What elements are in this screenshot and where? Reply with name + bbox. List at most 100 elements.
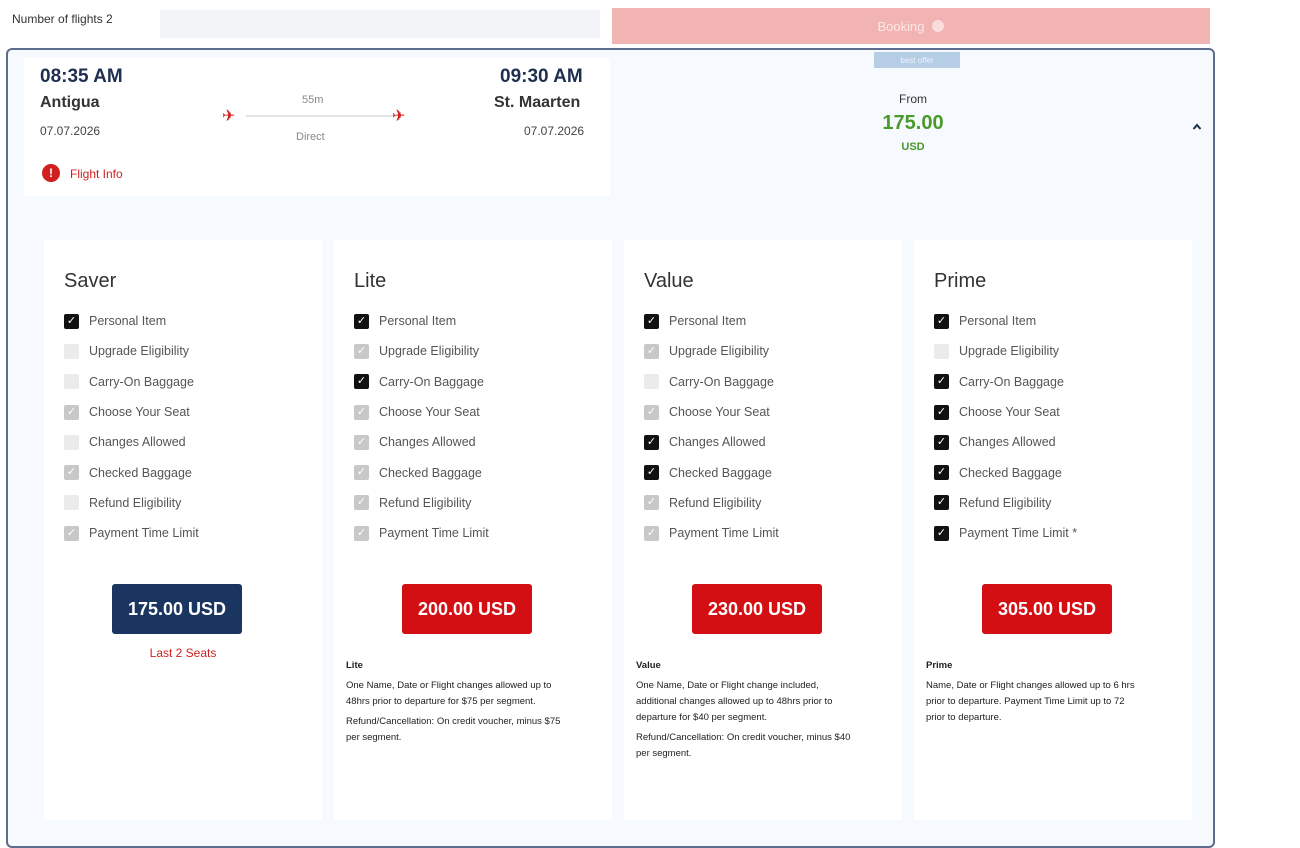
arrival-date: 07.07.2026 <box>524 124 585 138</box>
fare-price-button[interactable]: 230.00 USD <box>692 584 822 634</box>
checkbox-icon: ✓ <box>934 434 949 450</box>
fare-price-button[interactable]: 175.00 USD <box>112 584 242 634</box>
fare-column-lite: Lite ✓ Personal Item ✓ Upgrade Eligibility ✓… <box>334 240 612 820</box>
checkbox-icon: ✓ <box>64 465 79 481</box>
feature-item: ✓ Payment Time Limit <box>644 518 779 548</box>
feature-label: Checked Baggage <box>669 465 772 480</box>
checkbox-icon: ✓ <box>354 313 369 329</box>
feature-label: Carry-On Baggage <box>379 374 484 389</box>
feature-label: Personal Item <box>379 314 457 329</box>
fare-price-button[interactable]: 200.00 USD <box>402 584 532 634</box>
feature-item: ✓ Personal Item <box>934 306 1077 336</box>
feature-item: ✓ Choose Your Seat <box>934 397 1077 427</box>
feature-label: Choose Your Seat <box>669 405 770 420</box>
feature-item: ✓ Refund Eligibility <box>354 488 489 518</box>
fare-description: Lite One Name, Date or Flight changes al… <box>346 658 566 750</box>
flight-stops: Direct <box>296 131 325 143</box>
checkbox-icon: ✓ <box>354 404 369 420</box>
faded-booking-label: Booking <box>877 18 925 34</box>
arrival-plane-icon: ✈ <box>392 108 406 125</box>
feature-item: Changes Allowed <box>64 427 199 457</box>
feature-item: ✓ Payment Time Limit <box>354 518 489 548</box>
feature-list: ✓ Personal Item ✓ Upgrade Eligibility Carry-… <box>644 306 779 548</box>
last-seats-notice: Last 2 Seats <box>149 646 217 660</box>
fare-description-title: Value <box>636 660 661 671</box>
fare-description-line: Refund/Cancellation: On credit voucher, … <box>636 732 851 759</box>
feature-item: ✓ Personal Item <box>64 306 199 336</box>
checkbox-icon: ✓ <box>64 525 79 541</box>
flight-duration: 55m <box>302 94 324 106</box>
checkbox-icon: ✓ <box>644 434 659 450</box>
fare-description-line: Name, Date or Flight changes allowed up … <box>926 680 1135 723</box>
feature-item: ✓ Refund Eligibility <box>644 488 779 518</box>
feature-item: Upgrade Eligibility <box>64 336 199 366</box>
feature-label: Checked Baggage <box>959 465 1062 480</box>
checkbox-icon: ✓ <box>644 525 659 541</box>
checkbox-icon: ✓ <box>354 465 369 481</box>
feature-label: Personal Item <box>89 314 167 329</box>
fare-column-prime: Prime ✓ Personal Item Upgrade Eligibility ✓… <box>914 240 1192 820</box>
checkbox-icon <box>934 343 949 359</box>
feature-label: Choose Your Seat <box>959 405 1060 420</box>
departure-plane-icon: ✈ <box>222 108 236 125</box>
feature-label: Payment Time Limit <box>89 526 199 541</box>
feature-list: ✓ Personal Item ✓ Upgrade Eligibility ✓ Carry… <box>354 306 489 548</box>
feature-label: Upgrade Eligibility <box>669 344 770 359</box>
results-topbar: Number of flights 2 Booking <box>0 0 1300 44</box>
feature-label: Personal Item <box>669 314 747 329</box>
feature-list: ✓ Personal Item Upgrade Eligibility Carry-O… <box>64 306 199 548</box>
feature-item: Refund Eligibility <box>64 488 199 518</box>
flight-card: best offer 08:35 AM Antigua 07.07.2026 ✈… <box>6 48 1215 848</box>
fare-description-line: One Name, Date or Flight changes allowed… <box>346 680 552 707</box>
feature-item: Carry-On Baggage <box>64 367 199 397</box>
faded-booking-icon <box>932 20 945 32</box>
feature-label: Changes Allowed <box>669 435 766 450</box>
from-currency: USD <box>901 141 925 153</box>
fare-description: Prime Name, Date or Flight changes allow… <box>926 658 1146 730</box>
feature-item: ✓ Carry-On Baggage <box>934 367 1077 397</box>
feature-item: ✓ Changes Allowed <box>934 427 1077 457</box>
checkbox-icon: ✓ <box>644 404 659 420</box>
checkbox-icon: ✓ <box>64 313 79 329</box>
feature-label: Carry-On Baggage <box>959 374 1064 389</box>
checkbox-icon: ✓ <box>354 434 369 450</box>
feature-item: ✓ Choose Your Seat <box>64 397 199 427</box>
feature-label: Changes Allowed <box>89 435 186 450</box>
faded-header-bar <box>160 10 600 38</box>
feature-item: ✓ Upgrade Eligibility <box>354 336 489 366</box>
feature-label: Payment Time Limit <box>669 526 779 541</box>
feature-label: Personal Item <box>959 314 1037 329</box>
feature-item: ✓ Refund Eligibility <box>934 488 1077 518</box>
feature-item: ✓ Changes Allowed <box>354 427 489 457</box>
checkbox-icon <box>64 374 79 390</box>
feature-label: Refund Eligibility <box>379 495 472 510</box>
faded-booking-button[interactable]: Booking <box>612 8 1210 44</box>
feature-item: Upgrade Eligibility <box>934 336 1077 366</box>
chevron-up-icon[interactable] <box>1192 122 1202 132</box>
flights-count: Number of flights 2 <box>12 12 113 26</box>
fare-description: Value One Name, Date or Flight change in… <box>636 658 856 766</box>
flight-info-link[interactable]: Flight Info <box>70 167 123 181</box>
fare-description-title: Prime <box>926 660 953 671</box>
checkbox-icon: ✓ <box>64 404 79 420</box>
checkbox-icon: ✓ <box>644 495 659 511</box>
flight-summary[interactable]: 08:35 AM Antigua 07.07.2026 ✈ ✈ 55m Dire… <box>24 58 610 196</box>
departure-date: 07.07.2026 <box>40 124 101 138</box>
checkbox-icon: ✓ <box>934 313 949 329</box>
fare-title: Value <box>644 270 694 292</box>
checkbox-icon: ✓ <box>934 374 949 390</box>
feature-label: Choose Your Seat <box>379 405 480 420</box>
fare-price-button[interactable]: 305.00 USD <box>982 584 1112 634</box>
feature-label: Upgrade Eligibility <box>89 344 190 359</box>
feature-item: ✓ Upgrade Eligibility <box>644 336 779 366</box>
feature-item: ✓ Checked Baggage <box>64 457 199 487</box>
fare-description-title: Lite <box>346 660 363 671</box>
checkbox-icon <box>64 343 79 359</box>
feature-item: Carry-On Baggage <box>644 367 779 397</box>
route-line <box>246 115 396 117</box>
checkbox-icon: ✓ <box>934 465 949 481</box>
feature-item: ✓ Checked Baggage <box>644 457 779 487</box>
feature-label: Upgrade Eligibility <box>959 344 1060 359</box>
feature-list: ✓ Personal Item Upgrade Eligibility ✓ Carry-… <box>934 306 1077 548</box>
info-icon[interactable]: ! <box>42 164 60 182</box>
